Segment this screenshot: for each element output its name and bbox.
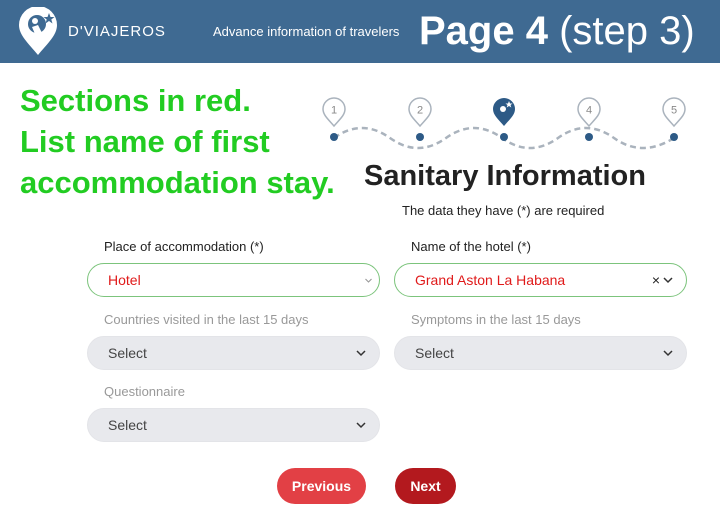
countries-label: Countries visited in the last 15 days bbox=[104, 312, 309, 327]
accommodation-value: Hotel bbox=[108, 272, 141, 288]
step-4-marker[interactable]: 4 bbox=[577, 97, 601, 141]
step-5-label: 5 bbox=[671, 105, 677, 117]
traveler-icon bbox=[500, 106, 506, 112]
symptoms-value: Select bbox=[415, 345, 454, 361]
step-2-marker[interactable]: 2 bbox=[408, 97, 432, 141]
progress-stepper: 1 2 4 5 bbox=[322, 97, 686, 150]
hotel-name-label: Name of the hotel (*) bbox=[411, 239, 531, 254]
countries-value: Select bbox=[108, 345, 147, 361]
chevron-down-icon bbox=[356, 350, 366, 357]
next-button[interactable]: Next bbox=[395, 468, 456, 504]
clear-icon[interactable]: × bbox=[652, 272, 660, 288]
step-number: (step 3) bbox=[559, 9, 695, 53]
chevron-down-icon bbox=[663, 350, 673, 357]
questionnaire-value: Select bbox=[108, 417, 147, 433]
top-header: D'VIAJEROS Advance information of travel… bbox=[0, 0, 720, 63]
previous-button[interactable]: Previous bbox=[277, 468, 366, 504]
required-note: The data they have (*) are required bbox=[402, 203, 605, 218]
questionnaire-label: Questionnaire bbox=[104, 384, 185, 399]
step-4-label: 4 bbox=[586, 105, 592, 117]
header-tagline: Advance information of travelers bbox=[213, 24, 400, 39]
hotel-name-select[interactable]: Grand Aston La Habana × bbox=[394, 263, 687, 297]
symptoms-select[interactable]: Select bbox=[394, 336, 687, 370]
annotation-line: accommodation stay. bbox=[20, 165, 335, 200]
page-step-title: Page 4 (step 3) bbox=[419, 6, 695, 56]
step-5-marker[interactable]: 5 bbox=[662, 97, 686, 141]
step-1-marker[interactable]: 1 bbox=[322, 97, 346, 141]
symptoms-label: Symptoms in the last 15 days bbox=[411, 312, 581, 327]
accommodation-select[interactable]: Hotel bbox=[87, 263, 380, 297]
step-1-label: 1 bbox=[331, 105, 337, 117]
questionnaire-select[interactable]: Select bbox=[87, 408, 380, 442]
chevron-down-icon bbox=[356, 422, 366, 429]
hotel-name-value: Grand Aston La Habana bbox=[415, 272, 566, 288]
chevron-down-icon bbox=[663, 277, 673, 284]
brand-name: D'VIAJEROS bbox=[68, 23, 166, 40]
step-2-label: 2 bbox=[417, 105, 423, 117]
accommodation-label: Place of accommodation (*) bbox=[104, 239, 264, 254]
page-number: Page 4 bbox=[419, 9, 548, 53]
countries-select[interactable]: Select bbox=[87, 336, 380, 370]
logo-icon bbox=[19, 7, 57, 55]
chevron-down-icon bbox=[365, 278, 372, 283]
section-title: Sanitary Information bbox=[364, 160, 646, 192]
